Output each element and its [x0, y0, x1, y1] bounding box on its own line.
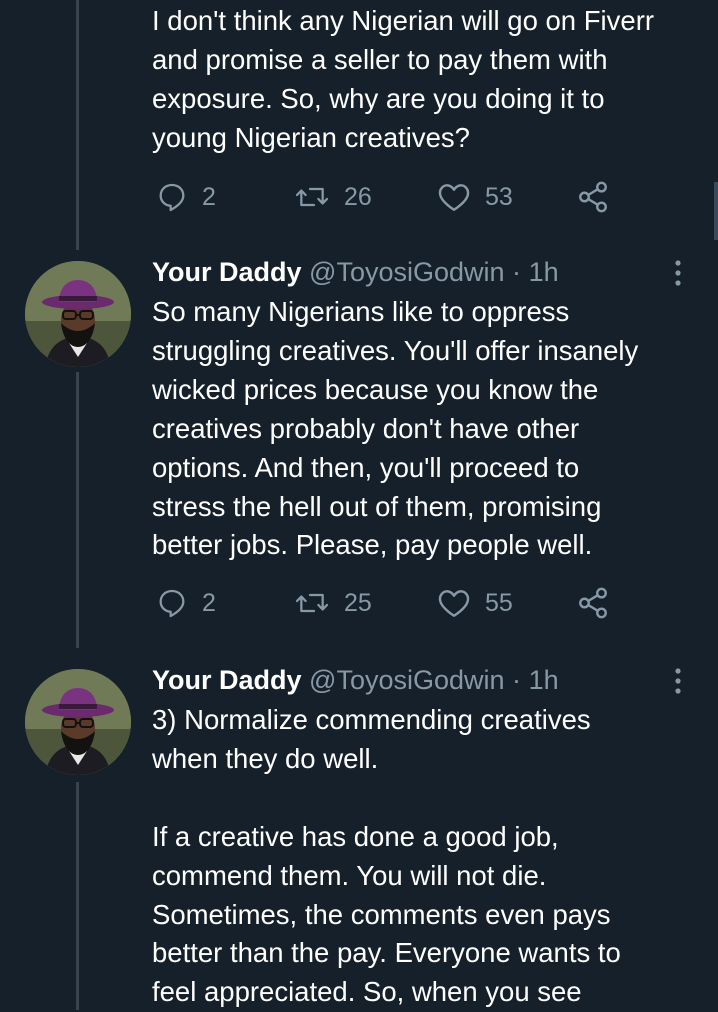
tweet-header: Your Daddy @ToyosiGodwin · 1h [152, 663, 559, 697]
tweet-text: I don't think any Nigerian will go on Fi… [152, 5, 655, 153]
tweet-text: 3) Normalize commending creatives when t… [152, 704, 621, 1008]
avatar[interactable] [25, 669, 131, 775]
retweet-icon [294, 181, 330, 213]
reply-icon [156, 181, 188, 213]
share-icon [576, 180, 610, 214]
tweet-text: So many Nigerians like to oppress strugg… [152, 296, 639, 561]
display-name[interactable]: Your Daddy [152, 665, 302, 695]
tweet-actions: 2 25 55 [152, 583, 622, 623]
tweet[interactable]: I don't think any Nigerian will go on Fi… [0, 0, 718, 230]
share-icon [576, 586, 610, 620]
like-button[interactable]: 53 [437, 177, 513, 217]
like-count: 55 [485, 589, 513, 617]
reply-icon [156, 587, 188, 619]
avatar[interactable] [25, 261, 131, 367]
reply-count: 2 [202, 589, 216, 617]
timestamp[interactable]: 1h [529, 257, 559, 287]
like-count: 53 [485, 183, 513, 211]
more-vertical-icon [668, 668, 688, 701]
more-options-button[interactable] [668, 257, 688, 291]
timestamp[interactable]: 1h [529, 665, 559, 695]
separator: · [512, 257, 522, 287]
retweet-count: 26 [344, 183, 372, 211]
reply-count: 2 [202, 183, 216, 211]
like-button[interactable]: 55 [437, 583, 513, 623]
tweet-actions: 2 26 53 [152, 177, 622, 217]
heart-icon [437, 587, 471, 619]
user-handle[interactable]: @ToyosiGodwin [309, 665, 505, 695]
share-button[interactable] [576, 583, 610, 623]
retweet-icon [294, 587, 330, 619]
tweet[interactable]: Your Daddy @ToyosiGodwin · 1h So many Ni… [0, 252, 718, 642]
tweet-header: Your Daddy @ToyosiGodwin · 1h [152, 255, 559, 289]
display-name[interactable]: Your Daddy [152, 257, 302, 287]
retweet-count: 25 [344, 589, 372, 617]
retweet-button[interactable]: 26 [294, 177, 372, 217]
tweet[interactable]: Your Daddy @ToyosiGodwin · 1h 3) Normali… [0, 660, 718, 1010]
separator: · [512, 665, 522, 695]
reply-button[interactable]: 2 [156, 177, 216, 217]
more-options-button[interactable] [668, 665, 688, 699]
user-handle[interactable]: @ToyosiGodwin [309, 257, 505, 287]
reply-button[interactable]: 2 [156, 583, 216, 623]
heart-icon [437, 181, 471, 213]
more-vertical-icon [668, 260, 688, 293]
retweet-button[interactable]: 25 [294, 583, 372, 623]
share-button[interactable] [576, 177, 610, 217]
